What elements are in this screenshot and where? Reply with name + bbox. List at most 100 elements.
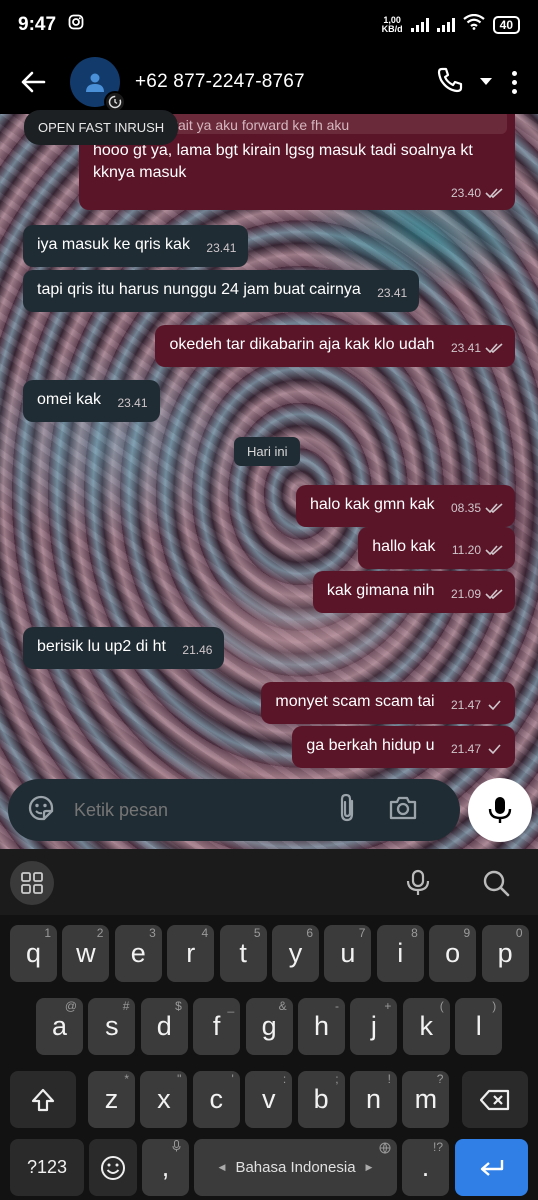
- key-c[interactable]: ' c: [192, 1071, 240, 1128]
- key-g[interactable]: & g: [245, 998, 293, 1055]
- space-bar[interactable]: ◀ Bahasa Indonesia ▶: [194, 1139, 397, 1196]
- space-bar-label: Bahasa Indonesia: [235, 1159, 356, 1176]
- period-key[interactable]: !? .: [402, 1139, 449, 1196]
- key-label: q: [25, 938, 42, 968]
- key-hint: +: [384, 999, 392, 1013]
- search-icon[interactable]: [482, 869, 510, 902]
- message-bubble[interactable]: iya masuk ke qris kak 23.41: [23, 225, 249, 267]
- key-label: a: [51, 1011, 68, 1041]
- message-text: iya masuk ke qris kak: [37, 236, 190, 253]
- more-options-icon[interactable]: [508, 70, 520, 94]
- key-x[interactable]: " x: [140, 1071, 188, 1128]
- message-bubble[interactable]: monyet scam scam tai 21.47: [261, 682, 515, 724]
- key-w[interactable]: 2w: [62, 925, 110, 982]
- key-h[interactable]: -h: [298, 998, 345, 1055]
- call-icon[interactable]: [436, 66, 464, 99]
- emoji-sticker-icon[interactable]: [26, 793, 56, 828]
- message-text: monyet scam scam tai: [275, 693, 435, 710]
- key-label: d: [156, 1011, 172, 1041]
- period-key-hint: !?: [432, 1140, 443, 1154]
- shift-key[interactable]: [10, 1071, 76, 1128]
- key-m[interactable]: ? m: [402, 1071, 450, 1128]
- message-input[interactable]: [74, 799, 324, 821]
- message-text: kak gimana nih: [326, 582, 435, 599]
- comma-key[interactable]: ,: [142, 1139, 189, 1196]
- key-z[interactable]: * z: [88, 1071, 135, 1128]
- camera-icon[interactable]: [388, 795, 418, 826]
- period-key-label: .: [421, 1152, 430, 1182]
- enter-icon: [480, 1159, 503, 1176]
- key-p[interactable]: 0p: [481, 925, 529, 982]
- attachment-icon[interactable]: [336, 793, 360, 828]
- message-bubble[interactable]: ga berkah hidup u 21.47: [292, 726, 515, 768]
- voice-record-button[interactable]: [468, 778, 532, 842]
- message-text: omei kak: [37, 391, 102, 408]
- message-time: 21.47: [450, 698, 481, 712]
- key-label: x: [157, 1084, 171, 1114]
- call-dropdown-icon[interactable]: [480, 73, 492, 91]
- message-text: ga berkah hidup u: [306, 737, 435, 754]
- emoji-key[interactable]: [89, 1139, 137, 1196]
- key-hint: _: [227, 999, 235, 1013]
- message-bubble[interactable]: halo kak gmn kak 08.35: [296, 485, 515, 527]
- key-t[interactable]: 5t: [219, 925, 267, 982]
- key-u[interactable]: 7u: [324, 925, 372, 982]
- shift-icon: [31, 1088, 55, 1111]
- key-v[interactable]: :v: [245, 1071, 293, 1128]
- key-hint: :: [282, 1072, 287, 1086]
- open-fast-inrush-popup[interactable]: OPEN FAST INRUSH: [24, 110, 179, 145]
- message-time: 23.41: [377, 286, 408, 300]
- key-q[interactable]: 1q: [10, 925, 57, 982]
- globe-icon: [379, 1142, 391, 1157]
- key-f[interactable]: _ f: [193, 998, 241, 1055]
- message-time: 23.40: [450, 186, 481, 200]
- network-speed: 1,00 KB/d: [382, 16, 403, 34]
- message-bubble[interactable]: kak gimana nih 21.09: [312, 571, 515, 613]
- backspace-key[interactable]: [462, 1071, 528, 1128]
- key-e[interactable]: 3e: [114, 925, 162, 982]
- enter-key[interactable]: [455, 1139, 528, 1196]
- key-i[interactable]: 8i: [376, 925, 424, 982]
- wifi-icon: [462, 13, 485, 36]
- message-bubble[interactable]: omei kak 23.41: [23, 380, 160, 422]
- message-bubble[interactable]: okedeh tar dikabarin aja kak klo udah 23…: [155, 325, 515, 367]
- comma-key-label: ,: [161, 1152, 170, 1182]
- chat-area: k wait ya aku forward ke fh aku hooo gt …: [0, 114, 538, 849]
- key-r[interactable]: 4r: [167, 925, 215, 982]
- key-label: w: [76, 938, 96, 968]
- avatar[interactable]: [70, 57, 126, 113]
- message-bubble[interactable]: hallo kak 11.20: [358, 527, 515, 569]
- contact-name[interactable]: +62 877-2247-8767: [135, 71, 305, 93]
- key-label: c: [209, 1084, 224, 1114]
- key-hint: 6: [306, 926, 313, 940]
- voice-input-icon[interactable]: [405, 869, 431, 902]
- message-bubble[interactable]: tapi qris itu harus nunggu 24 jam buat c…: [23, 270, 420, 312]
- key-o[interactable]: 9o: [429, 925, 477, 982]
- message-bubble[interactable]: berisik lu up2 di ht 21.46: [23, 627, 225, 669]
- key-n[interactable]: ! n: [350, 1071, 397, 1128]
- key-label: j: [370, 1011, 377, 1041]
- key-a[interactable]: @ a: [36, 998, 83, 1055]
- key-y[interactable]: 6y: [272, 925, 319, 982]
- key-label: e: [130, 938, 146, 968]
- chat-header: +62 877-2247-8767: [0, 50, 538, 114]
- message-time: 23.41: [450, 341, 481, 355]
- key-label: k: [419, 1011, 434, 1041]
- symbols-key[interactable]: ?123: [10, 1139, 84, 1196]
- message-text: halo kak gmn kak: [310, 496, 435, 513]
- key-hint: 0: [515, 926, 523, 940]
- key-hint: ): [492, 999, 497, 1013]
- message-text: berisik lu up2 di ht: [37, 638, 166, 655]
- key-k[interactable]: (k: [402, 998, 450, 1055]
- key-b[interactable]: ; b: [297, 1071, 345, 1128]
- key-label: o: [445, 938, 461, 968]
- key-s[interactable]: # s: [88, 998, 136, 1055]
- apps-grid-icon[interactable]: [10, 861, 54, 905]
- back-arrow-icon[interactable]: [16, 65, 50, 99]
- key-l[interactable]: ) l: [455, 998, 503, 1055]
- key-hint: #: [122, 999, 130, 1013]
- key-hint: !: [387, 1072, 391, 1086]
- key-d[interactable]: $ d: [140, 998, 188, 1055]
- key-j[interactable]: + j: [350, 998, 398, 1055]
- key-hint: 8: [411, 926, 418, 940]
